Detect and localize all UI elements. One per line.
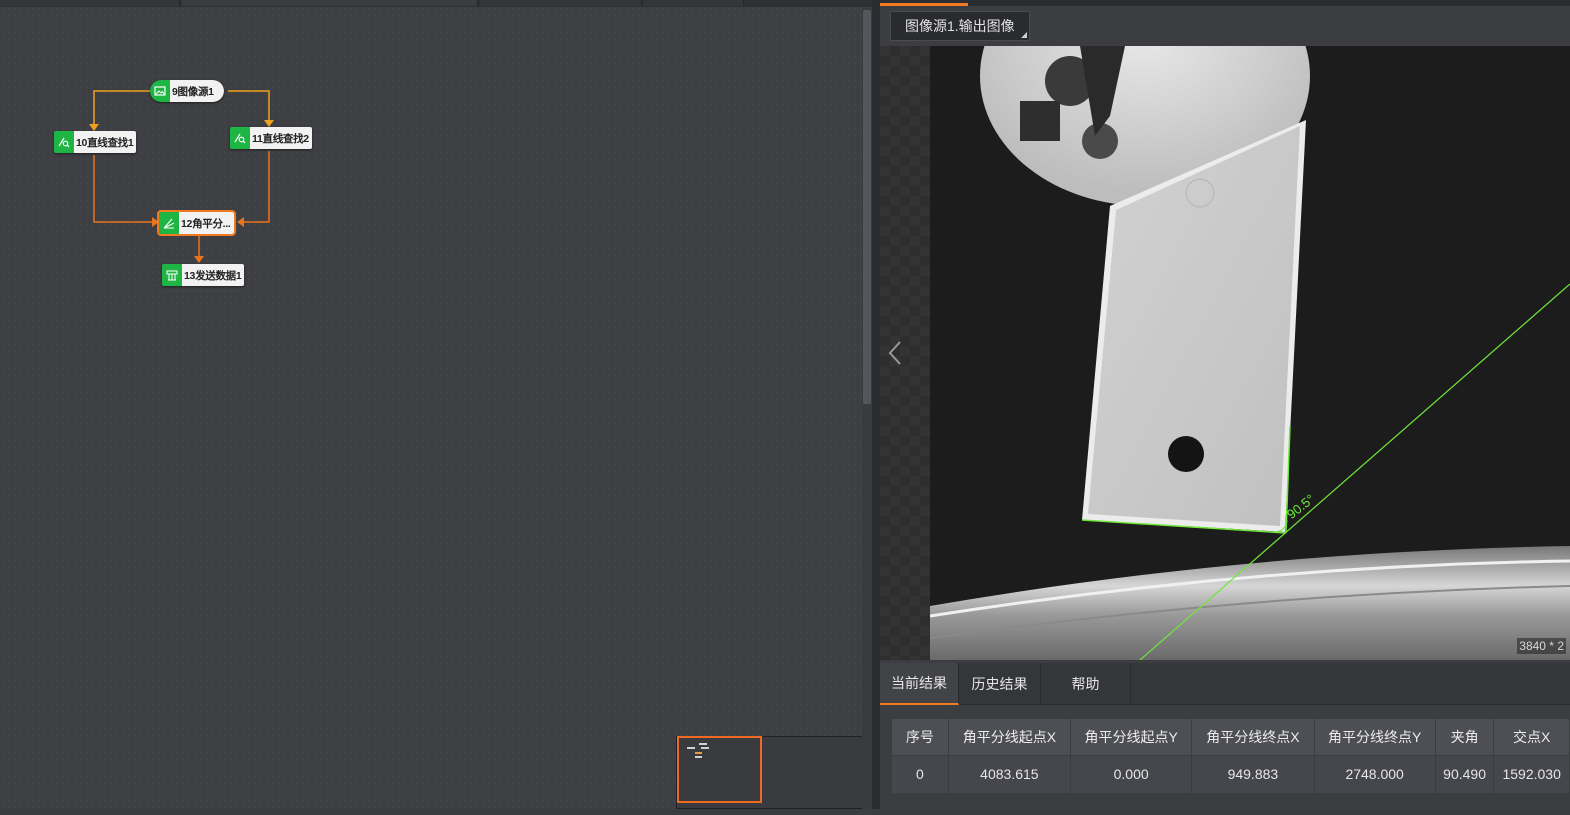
column-header[interactable]: 角平分线起点Y [1070, 719, 1193, 755]
flow-canvas[interactable]: 9图像源1 10直线查找1 11直线查找2 12角平分... 13发送数据1 [0, 0, 872, 809]
right-top-tabs [880, 0, 1570, 6]
previous-image-button[interactable] [886, 338, 906, 368]
column-header[interactable]: 序号 [892, 719, 949, 755]
table-cell: 4083.615 [948, 754, 1072, 793]
column-header[interactable]: 交点X [1493, 719, 1570, 755]
arrow-12-left [152, 217, 159, 227]
node-label: 12角平分... [179, 212, 234, 234]
arrow-10 [89, 124, 99, 131]
node-send-data[interactable]: 13发送数据1 [162, 264, 245, 286]
table-cell: 1592.030 [1493, 754, 1570, 793]
table-row[interactable]: 0 4083.615 0.000 949.883 2748.000 90.490… [892, 754, 1570, 793]
table-cell: 0 [892, 754, 949, 793]
camera-image [930, 46, 1570, 660]
table-cell: 90.490 [1435, 754, 1495, 793]
panel-splitter[interactable] [872, 0, 880, 809]
node-image-source[interactable]: 9图像源1 [150, 80, 224, 102]
node-label: 11直线查找2 [250, 127, 312, 149]
column-header[interactable]: 角平分线终点Y [1314, 719, 1436, 755]
node-label: 13发送数据1 [182, 264, 245, 286]
image-resolution: 3840 * 2 [1517, 638, 1566, 654]
connector-11-12 [244, 151, 270, 223]
active-tab-indicator [880, 3, 968, 6]
tab-history-result[interactable]: 历史结果 [959, 663, 1041, 705]
image-source-selector[interactable]: 图像源1.输出图像 [890, 11, 1030, 41]
connector-10-12 [93, 155, 152, 223]
connector-9-11 [228, 90, 270, 120]
arrow-11 [264, 120, 274, 127]
dropdown-corner-icon [1020, 32, 1027, 38]
arrow-13 [194, 256, 204, 263]
column-header[interactable]: 角平分线终点X [1191, 719, 1315, 755]
table-header-row: 序号 角平分线起点X 角平分线起点Y 角平分线终点X 角平分线终点Y 夹角 交点… [892, 719, 1570, 755]
table-cell: 0.000 [1070, 754, 1193, 793]
line-find-icon [54, 131, 74, 153]
connector-9-10 [93, 90, 150, 124]
node-label: 9图像源1 [170, 80, 224, 102]
flow-connections [89, 90, 274, 263]
image-icon [150, 80, 170, 102]
tab-current-result[interactable]: 当前结果 [880, 663, 959, 705]
minimap-viewport[interactable] [677, 736, 762, 803]
line-find-icon [230, 127, 250, 149]
column-header[interactable]: 角平分线起点X [948, 719, 1072, 755]
arrow-12-right [237, 217, 244, 227]
column-header[interactable]: 夹角 [1435, 719, 1495, 755]
table-cell: 949.883 [1191, 754, 1315, 793]
result-table: 序号 角平分线起点X 角平分线起点Y 角平分线终点X 角平分线终点Y 夹角 交点… [892, 719, 1570, 793]
image-viewer[interactable]: 90.5° 3840 * 2 [880, 46, 1570, 660]
send-data-icon [162, 264, 182, 286]
tab-help[interactable]: 帮助 [1041, 663, 1131, 705]
node-line-find-1[interactable]: 10直线查找1 [54, 131, 137, 153]
image-result-panel: 图像源1.输出图像 90.5° 3840 * 2 当前结果 历史结果 帮助 序号… [880, 0, 1570, 809]
angle-bisector-icon [159, 212, 179, 234]
result-tabs: 当前结果 历史结果 帮助 [880, 663, 1570, 705]
scrollbar-thumb[interactable] [863, 10, 871, 404]
chevron-left-icon [888, 341, 901, 365]
node-angle-bisector[interactable]: 12角平分... [157, 210, 236, 236]
node-line-find-2[interactable]: 11直线查找2 [230, 127, 312, 149]
node-label: 10直线查找1 [74, 131, 137, 153]
image-source-label: 图像源1.输出图像 [905, 18, 1015, 34]
table-cell: 2748.000 [1314, 754, 1436, 793]
